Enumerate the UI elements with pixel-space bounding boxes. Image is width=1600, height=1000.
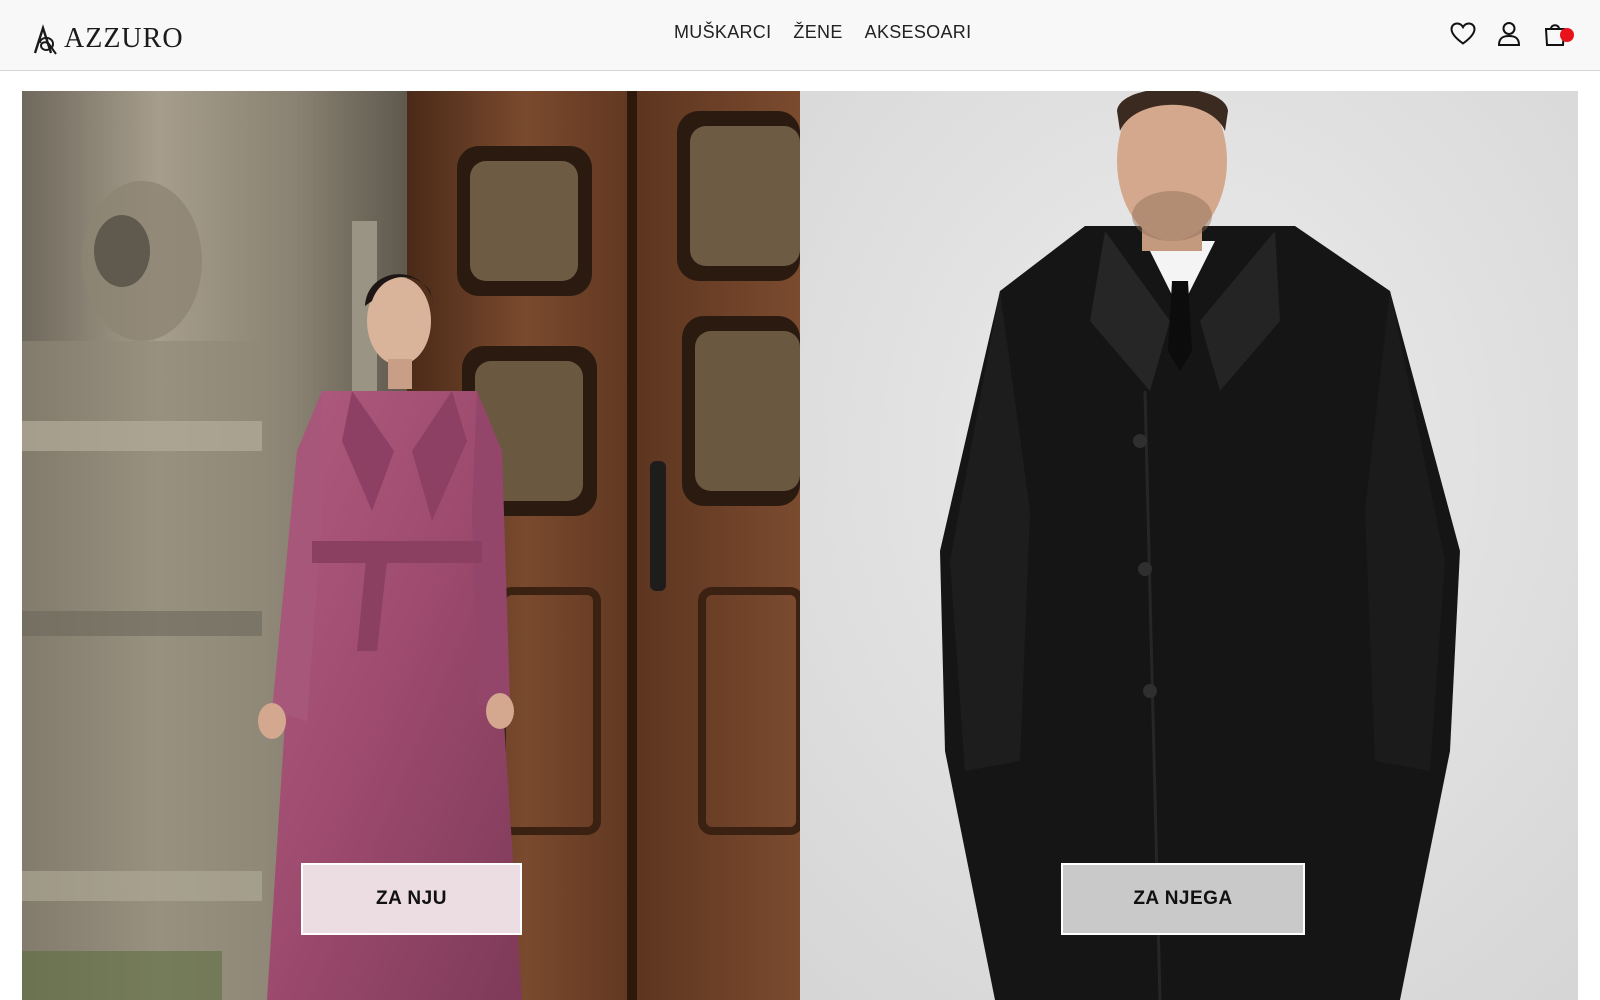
header-actions — [1450, 20, 1574, 48]
nav-item-women[interactable]: ŽENE — [793, 22, 842, 43]
shop-him-label: ZA NJEGA — [1133, 888, 1233, 909]
azzuro-monogram-icon — [33, 24, 57, 55]
hero-banner: ZA NJU ZA NJEGA — [22, 91, 1578, 1000]
hero-panel-women[interactable]: ZA NJU — [22, 91, 800, 1000]
heart-icon[interactable] — [1450, 20, 1476, 48]
user-icon[interactable] — [1496, 20, 1522, 48]
hero-panel-men[interactable]: ZA NJEGA — [800, 91, 1578, 1000]
shopping-bag-icon[interactable] — [1542, 20, 1574, 48]
shop-her-button[interactable]: ZA NJU — [301, 863, 522, 935]
brand-logo[interactable]: AZZURO — [32, 22, 184, 56]
shop-her-label: ZA NJU — [376, 888, 447, 909]
site-header: AZZURO MUŠKARCI ŽENE AKSESOARI — [0, 0, 1600, 71]
main-nav: MUŠKARCI ŽENE AKSESOARI — [674, 22, 971, 43]
cart-badge — [1560, 28, 1574, 42]
nav-item-men[interactable]: MUŠKARCI — [674, 22, 771, 43]
shop-him-button[interactable]: ZA NJEGA — [1061, 863, 1305, 935]
brand-name: AZZURO — [64, 23, 184, 54]
nav-item-accessories[interactable]: AKSESOARI — [865, 22, 972, 43]
